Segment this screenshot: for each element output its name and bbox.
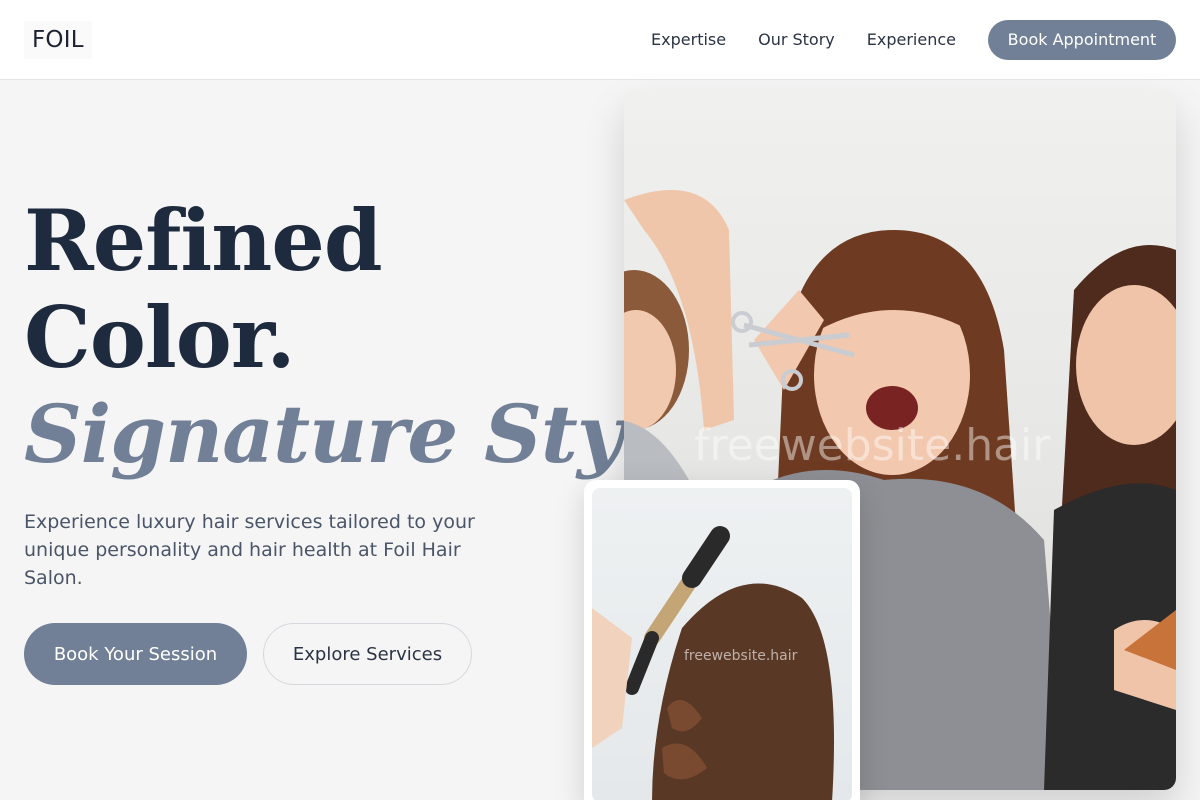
- nav-link-our-story[interactable]: Our Story: [758, 30, 835, 49]
- hero-title-line-2: Color.: [24, 288, 296, 387]
- hero-description: Experience luxury hair services tailored…: [24, 511, 475, 589]
- hero-title-accent: Signature Style.: [24, 387, 729, 481]
- book-appointment-button[interactable]: Book Appointment: [988, 19, 1176, 60]
- styling-photo-watermark: freewebsite.hair: [684, 648, 798, 664]
- styling-photo: freewebsite.hair: [592, 488, 852, 800]
- hero-title: Refined Color. Signature Style.: [24, 191, 729, 483]
- styling-photo-card: freewebsite.hair: [584, 480, 860, 800]
- main-photo-watermark: freewebsite.hair: [694, 420, 1051, 471]
- main-nav: Expertise Our Story Experience Book Appo…: [651, 19, 1176, 60]
- site-header: FOIL Expertise Our Story Experience Book…: [0, 0, 1200, 80]
- nav-link-experience[interactable]: Experience: [867, 30, 956, 49]
- hero-title-line-1: Refined: [24, 191, 383, 290]
- curling-iron-illustration: [592, 526, 834, 800]
- explore-services-button[interactable]: Explore Services: [263, 623, 472, 685]
- nav-link-expertise[interactable]: Expertise: [651, 30, 726, 49]
- book-session-button[interactable]: Book Your Session: [24, 623, 247, 685]
- site-logo[interactable]: FOIL: [24, 20, 92, 59]
